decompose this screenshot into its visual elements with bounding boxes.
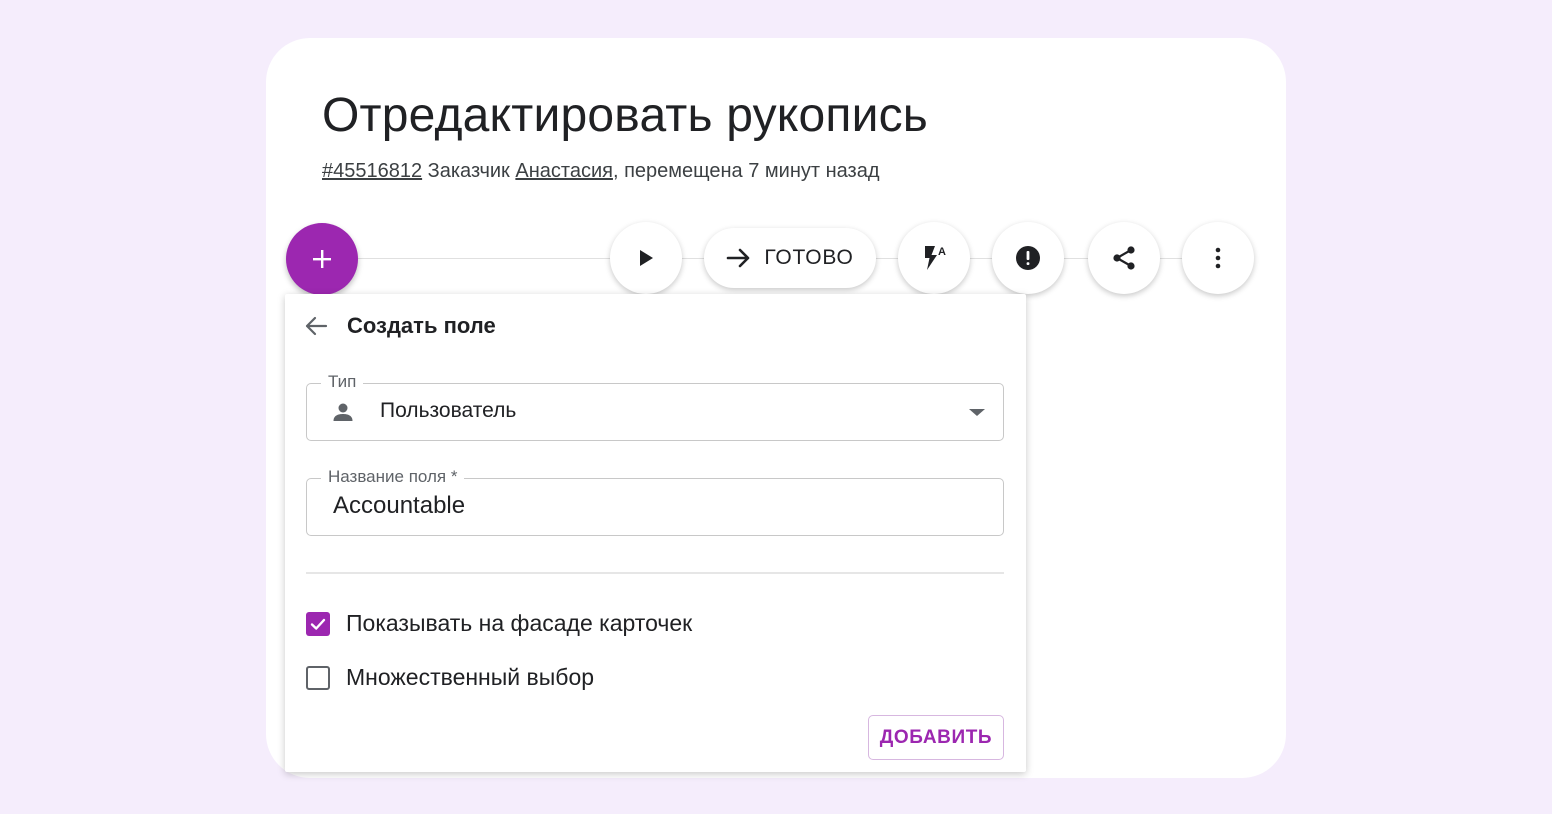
show-on-card-option[interactable]: Показывать на фасаде карточек bbox=[306, 610, 692, 637]
flash-auto-icon: A bbox=[925, 246, 946, 270]
share-icon bbox=[1113, 246, 1135, 270]
add-button[interactable] bbox=[286, 223, 358, 295]
done-button[interactable]: ГОТОВО bbox=[704, 228, 876, 288]
svg-text:A: A bbox=[938, 246, 946, 258]
page-title: Отредактировать рукопись bbox=[322, 89, 929, 142]
exclamation-icon bbox=[1016, 246, 1040, 270]
card-id-link[interactable]: #45516812 bbox=[322, 160, 422, 182]
done-label: ГОТОВО bbox=[764, 246, 854, 269]
alert-button[interactable] bbox=[992, 222, 1064, 294]
add-field-button[interactable]: ДОБАВИТЬ bbox=[868, 715, 1004, 760]
show-on-card-label: Показывать на фасаде карточек bbox=[346, 610, 693, 636]
create-field-panel: Создать поле Тип Пользователь Название п… bbox=[285, 294, 1026, 772]
panel-header: Создать поле bbox=[303, 310, 496, 342]
type-select-value: Пользователь bbox=[380, 399, 517, 422]
card-meta: #45516812 Заказчик Анастасия, перемещена… bbox=[322, 160, 880, 183]
play-button[interactable] bbox=[610, 222, 682, 294]
customer-link[interactable]: Анастасия bbox=[515, 160, 613, 182]
more-button[interactable] bbox=[1182, 222, 1254, 294]
field-name-container: Название поля * bbox=[306, 467, 1007, 536]
chevron-down-icon bbox=[969, 409, 985, 416]
type-field-label: Тип bbox=[321, 372, 364, 392]
person-icon bbox=[333, 403, 353, 421]
play-icon bbox=[640, 250, 653, 266]
arrow-right-icon bbox=[727, 248, 750, 268]
show-on-card-checkbox[interactable] bbox=[306, 611, 330, 636]
field-name-label: Название поля * bbox=[321, 467, 465, 487]
share-button[interactable] bbox=[1088, 222, 1160, 294]
panel-title: Создать поле bbox=[347, 313, 496, 338]
arrow-left-icon bbox=[305, 316, 328, 336]
customer-prefix: Заказчик bbox=[422, 160, 516, 182]
multiple-choice-checkbox[interactable] bbox=[306, 665, 330, 690]
panel-divider bbox=[306, 572, 1004, 574]
check-icon bbox=[310, 618, 326, 630]
multiple-choice-label: Множественный выбор bbox=[346, 664, 595, 690]
more-vertical-icon bbox=[1215, 247, 1221, 269]
type-select[interactable]: Тип Пользователь bbox=[306, 372, 1004, 441]
plus-icon bbox=[313, 250, 331, 268]
moved-time-text: , перемещена 7 минут назад bbox=[612, 160, 880, 182]
multiple-choice-option[interactable]: Множественный выбор bbox=[306, 664, 594, 691]
field-name-input[interactable] bbox=[319, 487, 1007, 525]
automation-button[interactable]: A bbox=[898, 222, 970, 294]
back-button[interactable] bbox=[303, 313, 329, 339]
